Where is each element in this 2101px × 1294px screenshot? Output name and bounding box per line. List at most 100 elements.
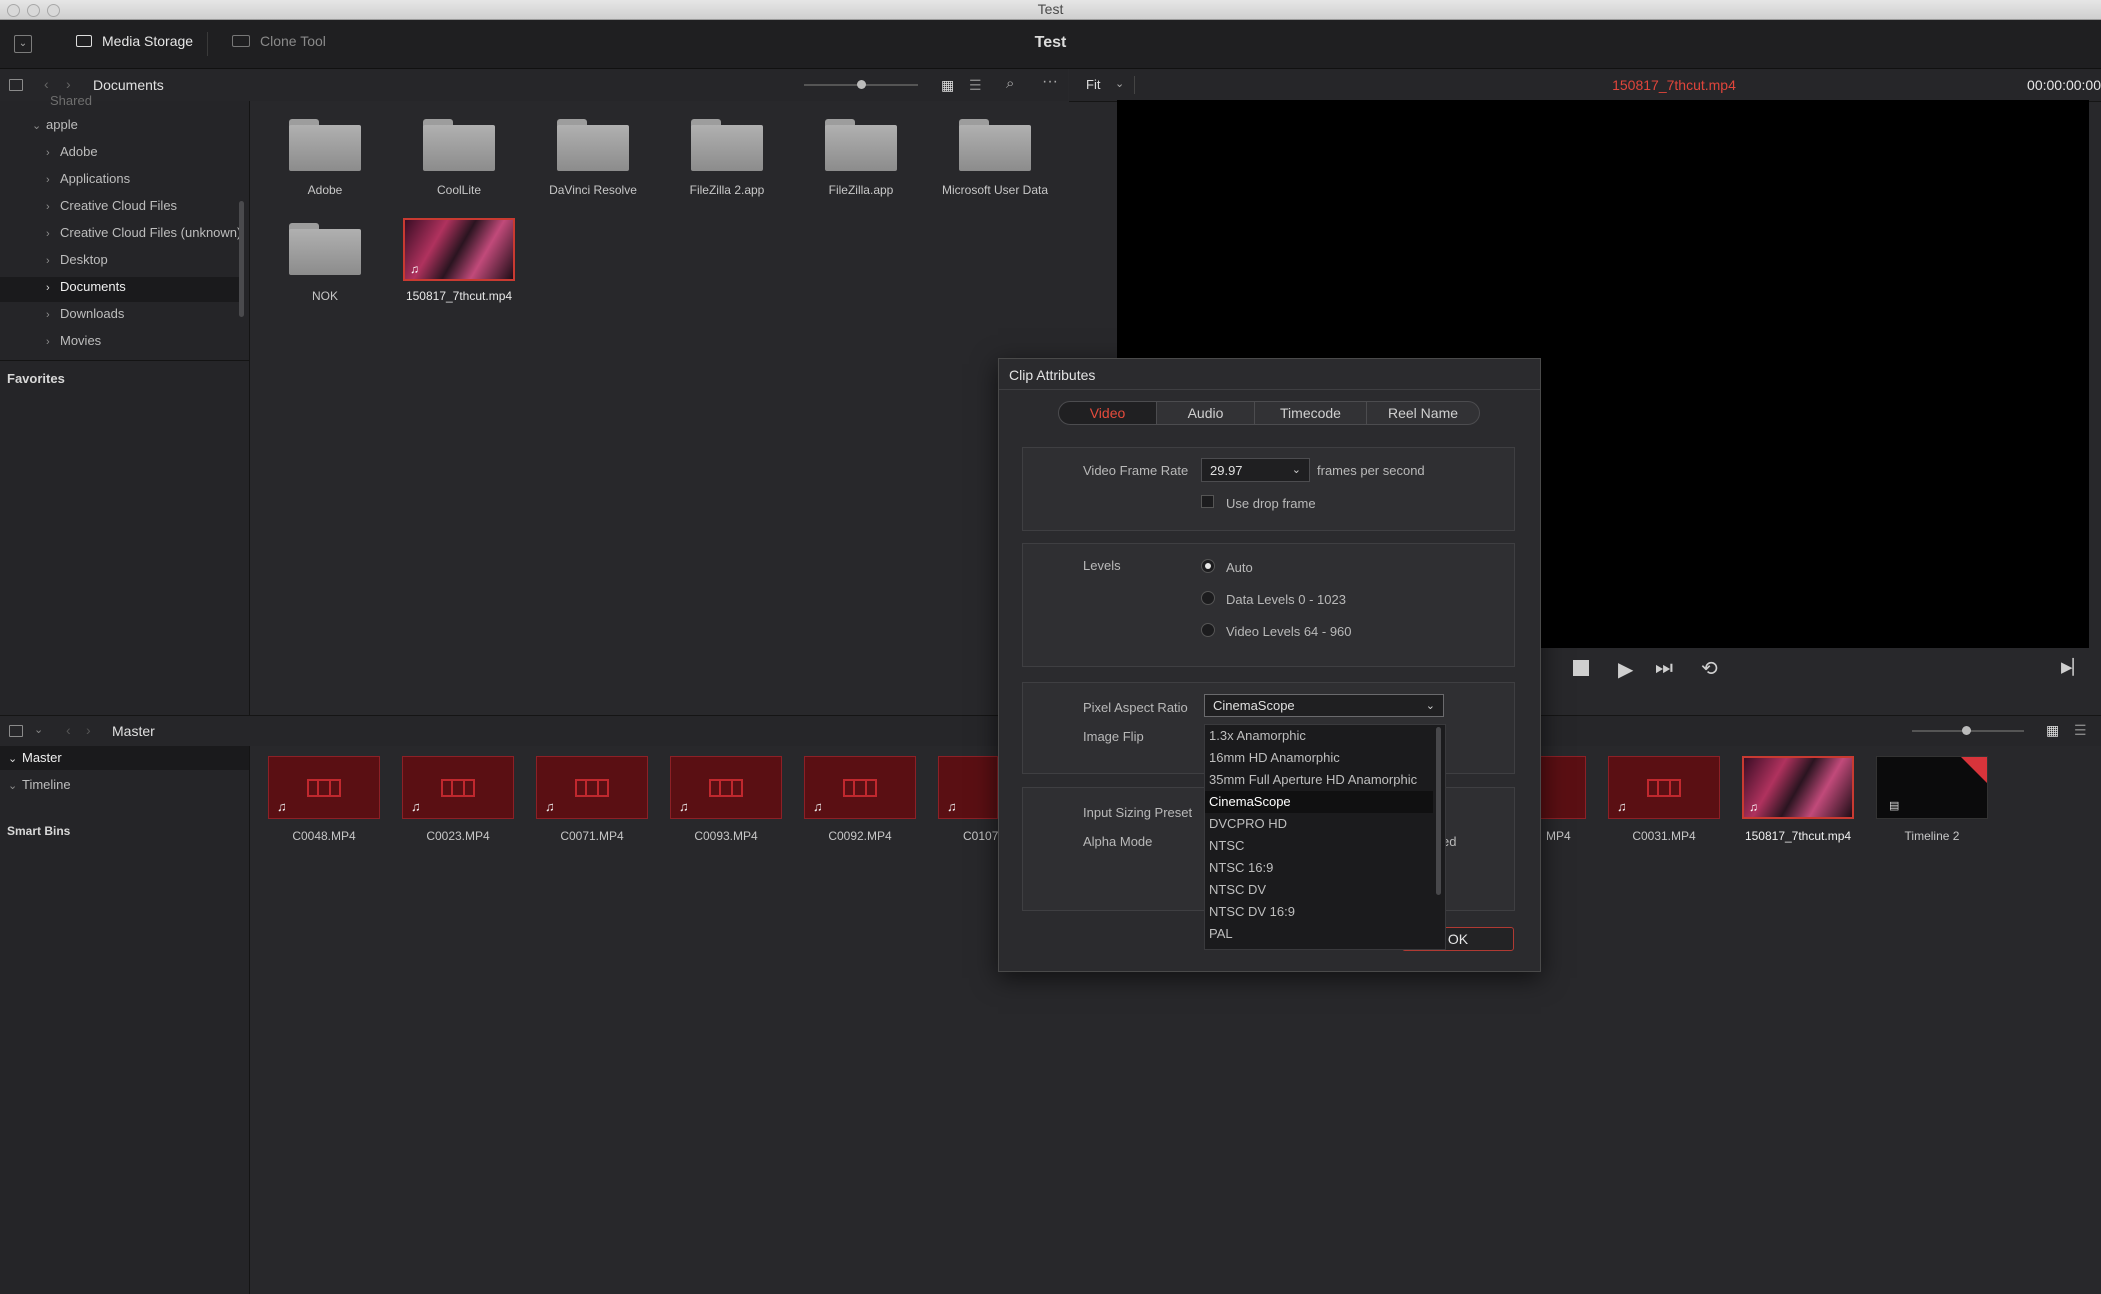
- tree-label: Documents: [60, 279, 126, 294]
- search-icon[interactable]: ⌕: [1006, 75, 1014, 92]
- tree-item-apple[interactable]: ⌄ apple: [32, 117, 78, 132]
- loop-icon[interactable]: ⟲: [1701, 656, 1718, 681]
- tree-label: Adobe: [60, 144, 98, 159]
- next-clip-icon[interactable]: ⏭: [1655, 657, 1673, 680]
- folder-icon[interactable]: [289, 119, 361, 171]
- folder-label: DaVinci Resolve: [549, 183, 637, 197]
- window-title: Test: [1037, 1, 1064, 17]
- audio-note-icon: ♫: [410, 262, 419, 276]
- bin-list-toggle-icon[interactable]: [9, 725, 23, 737]
- play-icon[interactable]: ▶: [1618, 657, 1633, 682]
- tree-label: Creative Cloud Files: [60, 198, 178, 213]
- drop-frame-checkbox[interactable]: [1201, 495, 1214, 508]
- sidebar-scrollbar[interactable]: [239, 201, 244, 317]
- tab-video[interactable]: Video: [1058, 401, 1157, 425]
- folder-icon[interactable]: [557, 119, 629, 171]
- tab-timecode[interactable]: Timecode: [1254, 401, 1367, 425]
- back-arrow-icon[interactable]: ‹: [44, 76, 49, 92]
- folder-icon[interactable]: [691, 119, 763, 171]
- viewer-divider: [1134, 76, 1135, 94]
- clip-label: MP4: [1546, 829, 1571, 843]
- clip-label: C0093.MP4: [694, 829, 758, 843]
- bin-timeline[interactable]: ⌄ Timeline: [8, 777, 71, 792]
- grid-view-icon[interactable]: ▦: [2046, 722, 2059, 739]
- dropdown-option[interactable]: 16mm HD Anamorphic: [1205, 747, 1433, 769]
- dropdown-option[interactable]: NTSC: [1205, 835, 1433, 857]
- clip-thumbnail[interactable]: [1540, 756, 1586, 819]
- sidebar-toggle-icon[interactable]: [9, 79, 23, 91]
- folder-label: FileZilla 2.app: [689, 183, 765, 197]
- stop-icon[interactable]: [1573, 660, 1589, 676]
- tree-item-creative-cloud-files-unknown[interactable]: › Creative Cloud Files (unknown): [46, 225, 241, 240]
- pixel-aspect-select[interactable]: CinemaScope ⌄: [1204, 694, 1444, 717]
- back-arrow-icon[interactable]: ‹: [66, 722, 71, 738]
- top-toolbar: ⌄ Media Storage Clone Tool Test: [0, 20, 2101, 69]
- dropdown-option[interactable]: 1.3x Anamorphic: [1205, 725, 1433, 747]
- more-options-icon[interactable]: ···: [1042, 73, 1058, 91]
- dropdown-option[interactable]: NTSC DV: [1205, 879, 1433, 901]
- folder-icon[interactable]: [825, 119, 897, 171]
- dropdown-option[interactable]: 35mm Full Aperture HD Anamorphic: [1205, 769, 1433, 791]
- timeline-thumbnail[interactable]: ▤: [1876, 756, 1988, 819]
- clip-thumbnail[interactable]: ♫: [402, 756, 514, 819]
- zoom-chevron-icon[interactable]: ⌄: [1115, 77, 1124, 90]
- dropdown-option-selected[interactable]: CinemaScope: [1205, 791, 1433, 813]
- tree-item-desktop[interactable]: › Desktop: [46, 252, 108, 267]
- alpha-mode-label: Alpha Mode: [1083, 834, 1153, 849]
- levels-video-radio[interactable]: [1201, 623, 1215, 637]
- levels-data-radio[interactable]: [1201, 591, 1215, 605]
- frame-rate-value: 29.97: [1210, 462, 1243, 478]
- tree-item-shared[interactable]: Shared: [50, 93, 92, 108]
- forward-arrow-icon[interactable]: ›: [86, 722, 91, 738]
- tree-item-adobe[interactable]: › Adobe: [46, 144, 98, 159]
- slider-handle[interactable]: [857, 80, 866, 89]
- clip-thumbnail[interactable]: ♫: [670, 756, 782, 819]
- list-view-icon[interactable]: ☰: [969, 77, 982, 94]
- dropdown-option[interactable]: PAL: [1205, 923, 1433, 945]
- frame-rate-group: Video Frame Rate 29.97 ⌄ frames per seco…: [1022, 447, 1515, 531]
- folder-icon[interactable]: [959, 119, 1031, 171]
- tab-audio[interactable]: Audio: [1156, 401, 1255, 425]
- tree-item-downloads[interactable]: › Downloads: [46, 306, 124, 321]
- pixel-aspect-label: Pixel Aspect Ratio: [1083, 700, 1188, 715]
- video-thumbnail[interactable]: ♫: [403, 218, 515, 281]
- dropdown-option[interactable]: NTSC 16:9: [1205, 857, 1433, 879]
- bin-master[interactable]: ⌄ Master: [8, 750, 62, 765]
- list-view-icon[interactable]: ☰: [2074, 722, 2087, 739]
- last-frame-icon[interactable]: ▶▏: [2061, 658, 2084, 676]
- image-flip-label: Image Flip: [1083, 729, 1144, 744]
- tree-label: Creative Cloud Files (unknown): [60, 225, 242, 240]
- dropdown-scrollbar[interactable]: [1436, 727, 1441, 895]
- dialog-title-divider: [999, 389, 1540, 390]
- clip-thumbnail[interactable]: ♫: [804, 756, 916, 819]
- tree-item-applications[interactable]: › Applications: [46, 171, 130, 186]
- chevron-right-icon: ›: [46, 201, 50, 213]
- folder-icon[interactable]: [423, 119, 495, 171]
- clip-thumbnail[interactable]: ♫: [1742, 756, 1854, 819]
- grid-view-icon[interactable]: ▦: [941, 77, 954, 94]
- dropdown-option[interactable]: NTSC DV 16:9: [1205, 901, 1433, 923]
- zoom-select[interactable]: Fit: [1086, 77, 1100, 92]
- frame-rate-select[interactable]: 29.97 ⌄: [1201, 458, 1310, 482]
- chevron-right-icon: ›: [46, 174, 50, 186]
- tree-item-creative-cloud-files[interactable]: › Creative Cloud Files: [46, 198, 177, 213]
- chevron-right-icon: ›: [46, 255, 50, 267]
- clip-thumbnail[interactable]: ♫: [1608, 756, 1720, 819]
- clip-thumbnail[interactable]: ♫: [938, 756, 998, 819]
- chevron-down-icon[interactable]: ⌄: [34, 723, 43, 736]
- folder-label: CoolLite: [436, 183, 482, 197]
- frame-rate-label: Video Frame Rate: [1083, 463, 1189, 478]
- tree-item-documents[interactable]: › Documents: [46, 279, 126, 294]
- folder-icon[interactable]: [289, 223, 361, 275]
- levels-auto-radio[interactable]: [1201, 559, 1215, 573]
- clip-thumbnail[interactable]: ♫: [268, 756, 380, 819]
- tree-label: apple: [46, 117, 78, 132]
- slider-handle[interactable]: [1962, 726, 1971, 735]
- forward-arrow-icon[interactable]: ›: [66, 76, 71, 92]
- clip-thumbnail[interactable]: ♫: [536, 756, 648, 819]
- tree-item-movies[interactable]: › Movies: [46, 333, 101, 348]
- tab-reel-name[interactable]: Reel Name: [1366, 401, 1480, 425]
- dropdown-option[interactable]: DVCPRO HD: [1205, 813, 1433, 835]
- clip-label: C0092.MP4: [828, 829, 892, 843]
- tree-label: Desktop: [60, 252, 108, 267]
